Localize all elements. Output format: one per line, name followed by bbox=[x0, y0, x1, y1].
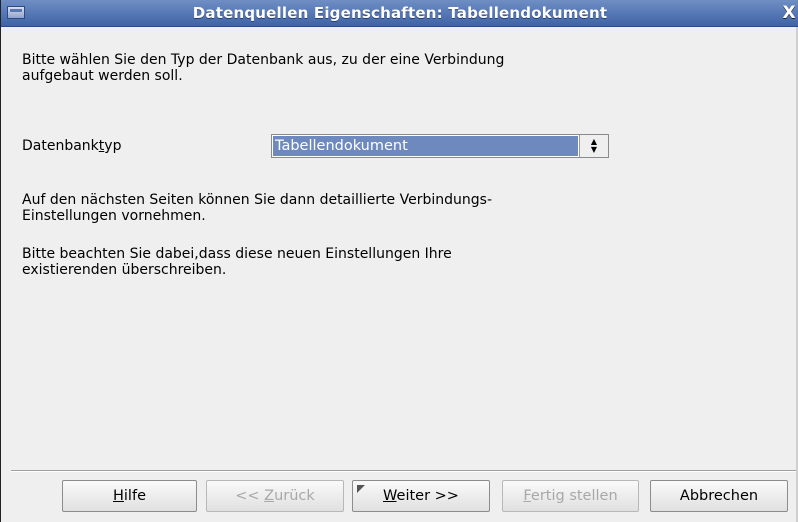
back-accel: Z bbox=[264, 488, 275, 504]
dialog-window: Datenquellen Eigenschaften: Tabellendoku… bbox=[0, 0, 798, 522]
button-separator bbox=[11, 470, 798, 472]
title-bar[interactable]: Datenquellen Eigenschaften: Tabellendoku… bbox=[1, 0, 798, 27]
info-text-2: Bitte beachten Sie dabei,dass diese neue… bbox=[22, 246, 742, 278]
window-title: Datenquellen Eigenschaften: Tabellendoku… bbox=[192, 4, 608, 22]
next-button[interactable]: Weiter >> bbox=[352, 480, 490, 512]
close-button[interactable]: X bbox=[779, 2, 798, 24]
spin-arrows-icon[interactable]: ▲ ▼ bbox=[579, 135, 608, 157]
next-accel: W bbox=[383, 488, 397, 504]
info2-line-2: existierenden überschreiben. bbox=[22, 262, 227, 278]
info-text-1: Auf den nächsten Seiten können Sie dann … bbox=[22, 192, 742, 224]
cancel-button[interactable]: Abbrechen bbox=[650, 480, 788, 512]
back-label-rest: urück bbox=[274, 488, 315, 504]
db-type-label-part2: yp bbox=[104, 138, 122, 154]
next-label-rest: eiter >> bbox=[396, 488, 459, 504]
help-button[interactable]: Hilfe bbox=[62, 480, 197, 512]
info1-line-1: Auf den nächsten Seiten können Sie dann … bbox=[22, 192, 492, 208]
finish-accel: F bbox=[523, 488, 531, 504]
db-type-selected-value[interactable]: Tabellendokument bbox=[273, 136, 578, 156]
db-type-select[interactable]: Tabellendokument ▲ ▼ bbox=[271, 134, 609, 158]
help-accel: H bbox=[113, 488, 124, 504]
intro-line-1: Bitte wählen Sie den Typ der Datenbank a… bbox=[22, 52, 505, 68]
spin-down-arrow-icon[interactable]: ▼ bbox=[591, 146, 597, 154]
back-button[interactable]: << Zurück bbox=[206, 480, 344, 512]
finish-button[interactable]: Fertig stellen bbox=[502, 480, 639, 512]
help-label-rest: ilfe bbox=[123, 488, 146, 504]
db-type-label-part1: Datenbank bbox=[22, 138, 99, 154]
db-type-label: Datenbanktyp bbox=[22, 138, 121, 154]
info2-line-1: Bitte beachten Sie dabei,dass diese neue… bbox=[22, 246, 452, 262]
finish-label-rest: ertig stellen bbox=[530, 488, 618, 504]
intro-text: Bitte wählen Sie den Typ der Datenbank a… bbox=[22, 52, 742, 84]
intro-line-2: aufgebaut werden soll. bbox=[22, 68, 183, 84]
info1-line-2: Einstellungen vornehmen. bbox=[22, 208, 206, 224]
back-prefix: << bbox=[235, 488, 265, 504]
